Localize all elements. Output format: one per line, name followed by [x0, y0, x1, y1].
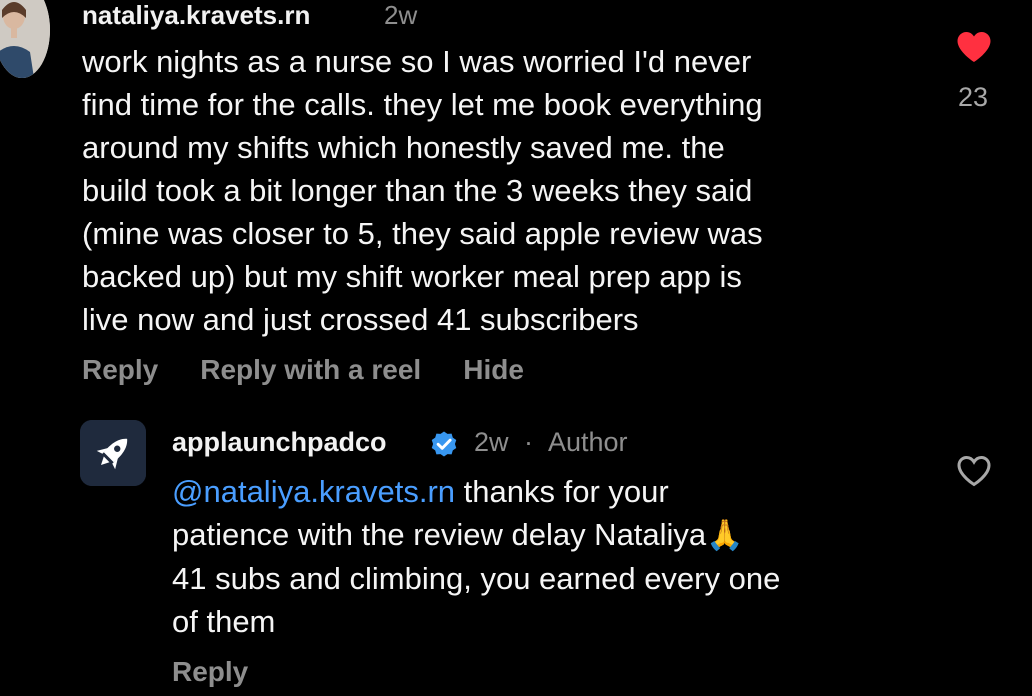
reply-with-reel-button[interactable]: Reply with a reel: [200, 352, 421, 388]
hide-button[interactable]: Hide: [463, 352, 524, 388]
comment-text-line: around my shifts which honestly saved me…: [82, 130, 725, 165]
comment-timestamp: 2w: [384, 0, 418, 30]
comment-text-line: (mine was closer to 5, they said apple r…: [82, 216, 763, 251]
heart-outline-icon[interactable]: [956, 454, 992, 488]
comment-text-line: work nights as a nurse so I was worried …: [82, 44, 752, 79]
avatar[interactable]: [80, 420, 146, 486]
comment-text-line: build took a bit longer than the 3 weeks…: [82, 173, 753, 208]
reply-button[interactable]: Reply: [172, 654, 248, 690]
reply-text: @nataliya.kravets.rn thanks for your pat…: [172, 470, 912, 643]
separator-dot: ·: [524, 427, 533, 457]
reply-text-line: 41 subs and climbing, you earned every o…: [172, 561, 781, 596]
comment-text-line: find time for the calls. they let me boo…: [82, 87, 763, 122]
like-count: 23: [957, 82, 989, 112]
reply-text-line: patience with the review delay Nataliya🙏: [172, 513, 912, 557]
rocket-icon: [80, 420, 146, 486]
verified-badge-icon: [428, 428, 460, 460]
reply-username[interactable]: applaunchpadco: [172, 426, 387, 458]
avatar[interactable]: [0, 0, 50, 78]
comment-username[interactable]: nataliya.kravets.rn: [82, 0, 310, 30]
folded-hands-emoji: 🙏: [706, 519, 744, 552]
reply-timestamp: 2w: [474, 427, 509, 457]
author-label: Author: [548, 427, 628, 457]
reply-button[interactable]: Reply: [82, 352, 158, 388]
comment-text: work nights as a nurse so I was worried …: [82, 40, 922, 341]
reply-text-line: of them: [172, 604, 276, 639]
comment-actions: Reply Reply with a reel Hide: [82, 352, 524, 388]
reply-text-line: @nataliya.kravets.rn thanks for your: [172, 470, 912, 513]
mention-link[interactable]: @nataliya.kravets.rn: [172, 474, 455, 509]
heart-filled-icon[interactable]: [956, 30, 992, 64]
comment-text-line: live now and just crossed 41 subscribers: [82, 302, 639, 337]
reply-text-segment: patience with the review delay Nataliya: [172, 517, 707, 552]
reply-text-segment: thanks for your: [455, 474, 669, 509]
profile-photo: [0, 0, 50, 78]
comment-text-line: backed up) but my shift worker meal prep…: [82, 259, 742, 294]
